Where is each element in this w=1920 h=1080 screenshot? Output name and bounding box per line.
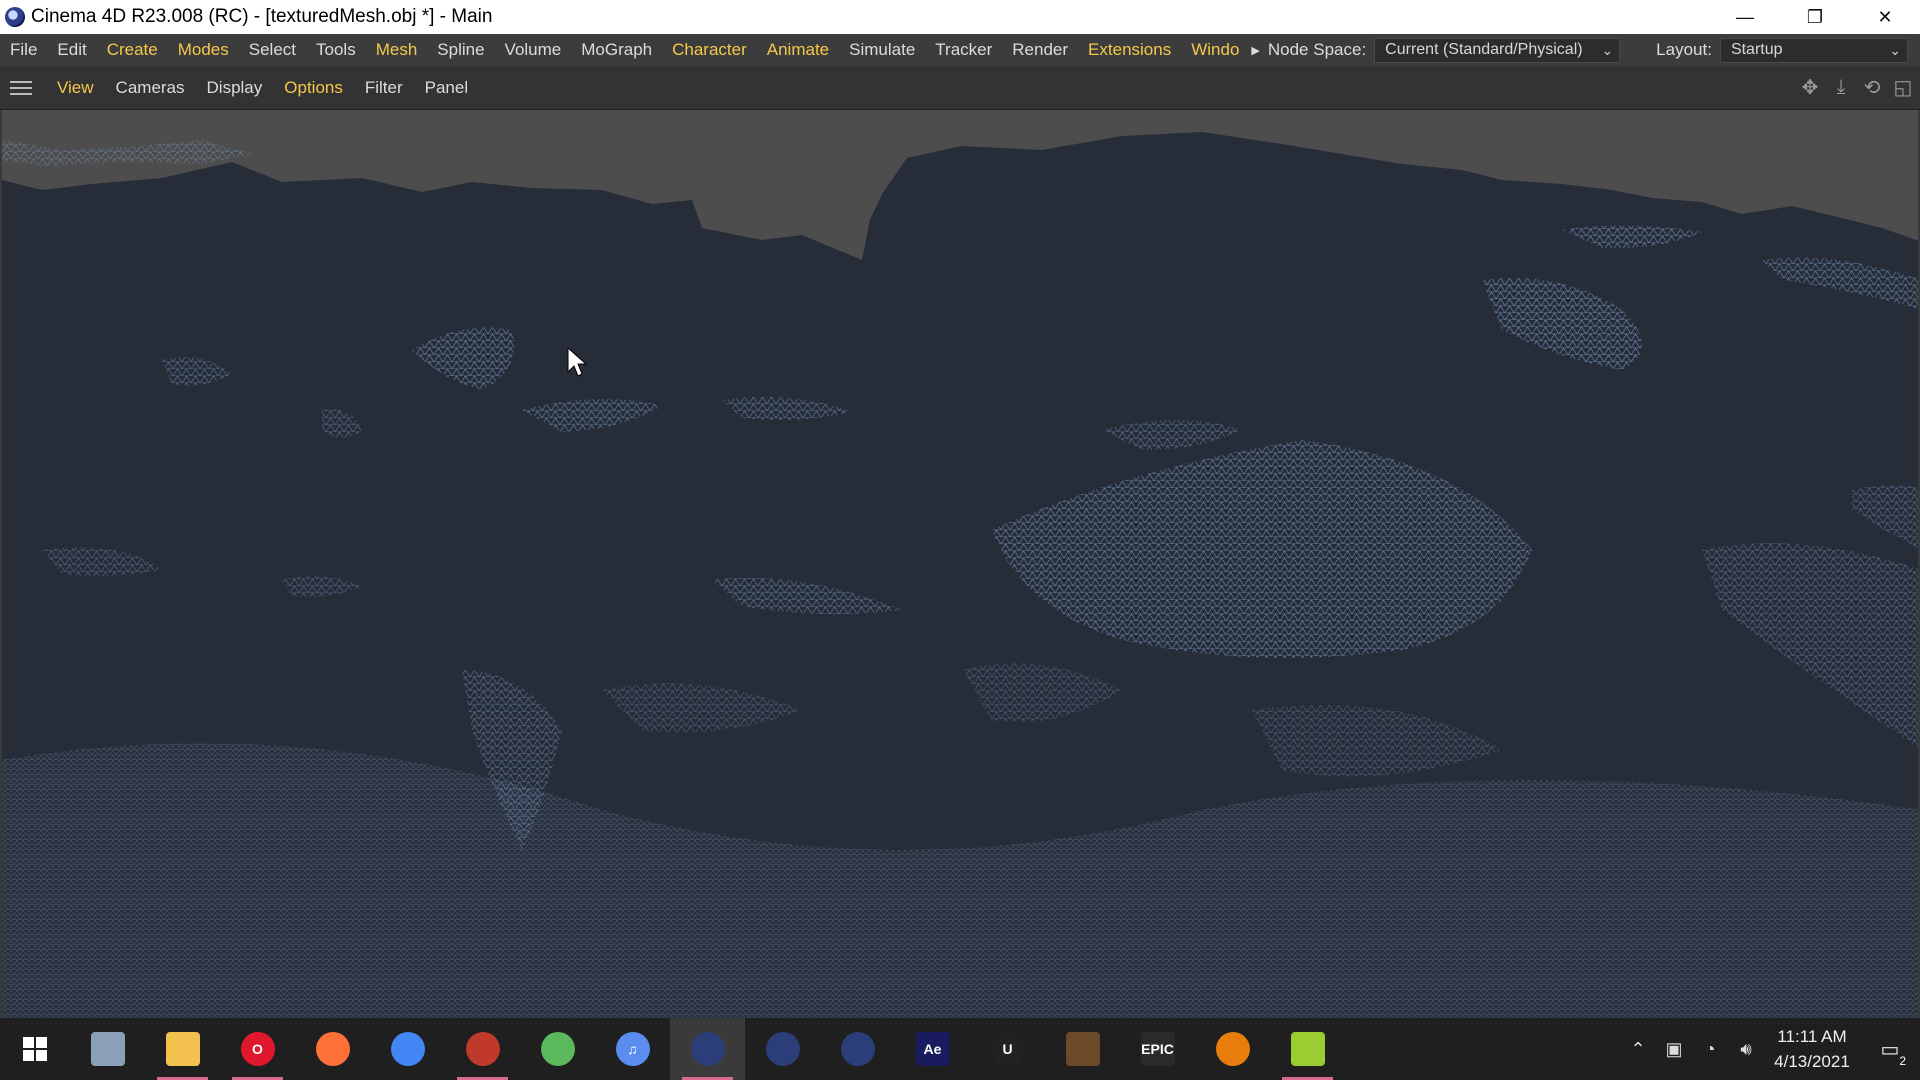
- taskbar-app-cinema4d[interactable]: [820, 1018, 895, 1080]
- viewport-menu-display[interactable]: Display: [196, 78, 274, 98]
- menu-simulate[interactable]: Simulate: [839, 40, 925, 60]
- menu-extensions[interactable]: Extensions: [1078, 40, 1181, 60]
- viewport-menu-filter[interactable]: Filter: [354, 78, 414, 98]
- cinema4d-icon-2: [765, 1032, 800, 1066]
- meet-now-icon[interactable]: ▣: [1656, 1039, 1692, 1060]
- file-explorer-icon: [165, 1032, 200, 1066]
- menu-edit[interactable]: Edit: [47, 40, 96, 60]
- node-space-label: Node Space:: [1267, 40, 1367, 59]
- menu-volume[interactable]: Volume: [495, 40, 572, 60]
- firefox-icon: [315, 1032, 350, 1066]
- 3d-viewport[interactable]: [0, 110, 1920, 1018]
- unreal-icon: U: [990, 1032, 1025, 1066]
- clock-time: 11:11 AM: [1777, 1027, 1847, 1046]
- opera-icon: O: [240, 1032, 275, 1066]
- cinema4d-app-icon: [5, 7, 25, 27]
- window-title: Cinema 4D R23.008 (RC) - [texturedMesh.o…: [31, 6, 493, 27]
- menu-tools[interactable]: Tools: [306, 40, 366, 60]
- rotate-view-icon[interactable]: ⟲: [1861, 76, 1883, 99]
- notification-count: 2: [1899, 1053, 1906, 1068]
- viewport-menu-options[interactable]: Options: [273, 78, 354, 98]
- menu-mesh[interactable]: Mesh: [366, 40, 428, 60]
- menu-spline[interactable]: Spline: [427, 40, 494, 60]
- wifi-icon[interactable]: ◔: [1692, 1039, 1728, 1060]
- windows-taskbar: O ♫ Ae U EPIC ⌃ ▣ ◔ 🔊︎ 11:11 AM 4/13/2021 ▭ …: [0, 1018, 1920, 1080]
- minimize-button[interactable]: —: [1710, 0, 1780, 34]
- menu-animate[interactable]: Animate: [757, 40, 839, 60]
- layout-value: Startup: [1730, 41, 1783, 58]
- clock-date: 4/13/2021: [1774, 1052, 1850, 1071]
- viewport-menu-bar: View Cameras Display Options Filter Panel ✥ ⤓…: [0, 66, 1920, 110]
- notification-center-icon[interactable]: ▭ 2: [1860, 1037, 1920, 1068]
- minecraft-icon: [1065, 1032, 1100, 1066]
- epic-games-icon: EPIC: [1140, 1032, 1175, 1066]
- menu-windo[interactable]: Windo: [1181, 40, 1249, 60]
- layout-label: Layout:: [1656, 40, 1712, 59]
- green-app-icon: [540, 1032, 575, 1066]
- taskbar-app-after-effects[interactable]: Ae: [895, 1018, 970, 1080]
- node-space-dropdown[interactable]: Current (Standard/Physical) ⌄: [1374, 37, 1621, 63]
- menu-file[interactable]: File: [0, 40, 47, 60]
- chevron-up-icon[interactable]: ⌃: [1620, 1039, 1656, 1060]
- taskbar-apps: O ♫ Ae U EPIC: [70, 1018, 1345, 1080]
- hamburger-menu-icon[interactable]: [10, 80, 32, 95]
- cinema4d-icon-3: [840, 1032, 875, 1066]
- menu-items: File Edit Create Modes Select Tools Mesh Spline…: [0, 40, 1249, 60]
- music-app-icon: ♫: [615, 1032, 650, 1066]
- taskbar-app-media-player[interactable]: [445, 1018, 520, 1080]
- viewport-navigation: ✥ ⤓ ⟲ ◱: [1799, 76, 1914, 99]
- dolly-view-icon[interactable]: ⤓: [1830, 76, 1852, 98]
- after-effects-icon: Ae: [915, 1032, 950, 1066]
- taskbar-app-cinema4d[interactable]: [745, 1018, 820, 1080]
- move-view-icon[interactable]: ✥: [1799, 76, 1821, 99]
- taskbar-app-cinema4d[interactable]: [670, 1018, 745, 1080]
- menu-tracker[interactable]: Tracker: [925, 40, 1002, 60]
- menu-create[interactable]: Create: [97, 40, 168, 60]
- taskbar-app-music-app[interactable]: ♫: [595, 1018, 670, 1080]
- taskbar-app-blender[interactable]: [1195, 1018, 1270, 1080]
- chevron-down-icon: ⌄: [1601, 41, 1614, 58]
- restore-button[interactable]: ❐: [1780, 0, 1850, 34]
- taskbar-app-system-app[interactable]: [70, 1018, 145, 1080]
- taskbar-app-file-explorer[interactable]: [145, 1018, 220, 1080]
- start-button[interactable]: [0, 1018, 70, 1080]
- viewport-menu-panel[interactable]: Panel: [414, 78, 479, 98]
- chevron-down-icon: ⌄: [1889, 41, 1901, 58]
- volume-icon[interactable]: 🔊︎: [1728, 1039, 1764, 1060]
- system-tray: ⌃ ▣ ◔ 🔊︎ 11:11 AM 4/13/2021 ▭ 2: [1620, 1018, 1920, 1080]
- taskbar-app-minecraft[interactable]: [1045, 1018, 1120, 1080]
- viewport-menu-cameras[interactable]: Cameras: [105, 78, 196, 98]
- menu-render[interactable]: Render: [1002, 40, 1078, 60]
- chrome-icon: [390, 1032, 425, 1066]
- menu-select[interactable]: Select: [239, 40, 306, 60]
- toggle-panel-icon[interactable]: ◱: [1892, 76, 1914, 99]
- menu-modes[interactable]: Modes: [168, 40, 239, 60]
- blender-icon: [1215, 1032, 1250, 1066]
- taskbar-app-green-app[interactable]: [520, 1018, 595, 1080]
- main-menu-bar: File Edit Create Modes Select Tools Mesh Spline…: [0, 34, 1920, 93]
- menu-character[interactable]: Character: [662, 40, 757, 60]
- node-space-value: Current (Standard/Physical): [1385, 41, 1583, 58]
- taskbar-app-opera[interactable]: O: [220, 1018, 295, 1080]
- menu-mograph[interactable]: MoGraph: [571, 40, 662, 60]
- taskbar-app-chrome[interactable]: [370, 1018, 445, 1080]
- taskbar-app-firefox[interactable]: [295, 1018, 370, 1080]
- viewport-menu-items: View Cameras Display Options Filter Panel: [46, 78, 479, 98]
- windows-logo-icon: [23, 1037, 47, 1061]
- clock[interactable]: 11:11 AM 4/13/2021: [1764, 1024, 1860, 1074]
- close-button[interactable]: ✕: [1850, 0, 1920, 34]
- viewport-menu-view[interactable]: View: [46, 78, 105, 98]
- taskbar-app-yellow-green-app[interactable]: [1270, 1018, 1345, 1080]
- window-controls: — ❐ ✕: [1710, 0, 1920, 34]
- cinema4d-icon-1: [690, 1032, 725, 1066]
- textured-mesh-render[interactable]: [2, 110, 1920, 1018]
- taskbar-app-epic-games[interactable]: EPIC: [1120, 1018, 1195, 1080]
- taskbar-app-unreal[interactable]: U: [970, 1018, 1045, 1080]
- layout-dropdown[interactable]: Startup ⌄: [1719, 37, 1908, 63]
- media-player-icon: [465, 1032, 500, 1066]
- menu-overflow-arrow-icon[interactable]: ▶: [1251, 44, 1259, 57]
- yellow-green-app-icon: [1290, 1032, 1325, 1066]
- title-bar: Cinema 4D R23.008 (RC) - [texturedMesh.o…: [0, 0, 1920, 34]
- system-app-icon: [90, 1032, 125, 1066]
